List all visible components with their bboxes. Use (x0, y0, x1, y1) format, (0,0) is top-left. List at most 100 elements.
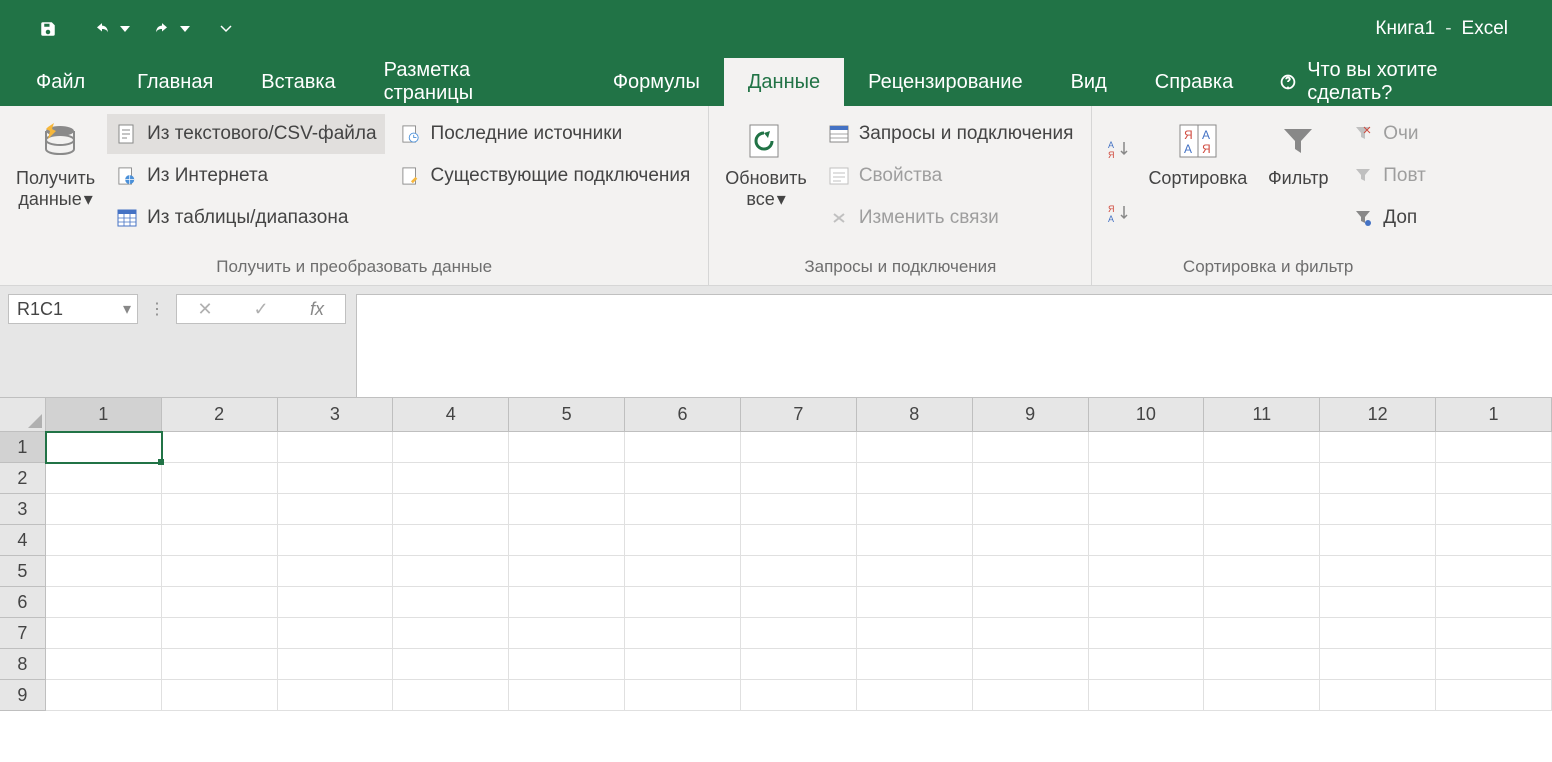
row-header[interactable]: 4 (0, 525, 46, 556)
cell[interactable] (741, 525, 857, 556)
cell[interactable] (1089, 556, 1205, 587)
column-header[interactable]: 4 (393, 398, 509, 431)
cell[interactable] (278, 494, 394, 525)
cell[interactable] (857, 432, 973, 463)
get-data-button[interactable]: Получить данные▾ (10, 114, 101, 253)
formula-bar-expand[interactable]: ⋮ (148, 294, 166, 324)
from-csv-button[interactable]: Из текстового/CSV-файла (107, 114, 384, 154)
column-header[interactable]: 5 (509, 398, 625, 431)
cell[interactable] (162, 494, 278, 525)
cell[interactable] (1204, 463, 1320, 494)
cell[interactable] (1320, 432, 1436, 463)
cell[interactable] (1436, 680, 1552, 711)
column-header[interactable]: 6 (625, 398, 741, 431)
cell[interactable] (393, 463, 509, 494)
cell[interactable] (741, 494, 857, 525)
cell[interactable] (46, 618, 162, 649)
cell[interactable] (741, 680, 857, 711)
cell[interactable] (1320, 649, 1436, 680)
row-header[interactable]: 6 (0, 587, 46, 618)
cell[interactable] (509, 525, 625, 556)
cell[interactable] (625, 680, 741, 711)
cell[interactable] (1204, 680, 1320, 711)
cell[interactable] (1089, 525, 1205, 556)
cell[interactable] (278, 463, 394, 494)
cell[interactable] (1204, 587, 1320, 618)
formula-input[interactable] (356, 294, 1552, 398)
column-header[interactable]: 8 (857, 398, 973, 431)
cell[interactable] (1089, 494, 1205, 525)
name-box-input[interactable] (9, 299, 117, 320)
cell[interactable] (1320, 680, 1436, 711)
cell[interactable] (509, 649, 625, 680)
cell[interactable] (1436, 525, 1552, 556)
column-header[interactable]: 3 (278, 398, 394, 431)
cell[interactable] (509, 556, 625, 587)
select-all-button[interactable] (0, 398, 46, 431)
cell[interactable] (509, 587, 625, 618)
cell[interactable] (973, 680, 1089, 711)
sort-button[interactable]: ЯААЯ Сортировка (1142, 114, 1253, 253)
cell[interactable] (46, 432, 162, 463)
tab-formulas[interactable]: Формулы (589, 58, 724, 106)
cell[interactable] (278, 556, 394, 587)
cell[interactable] (278, 525, 394, 556)
cell[interactable] (46, 463, 162, 494)
advanced-filter-button[interactable]: Доп (1343, 198, 1434, 238)
cell[interactable] (625, 587, 741, 618)
cell[interactable] (973, 463, 1089, 494)
cell[interactable] (162, 463, 278, 494)
cell[interactable] (973, 494, 1089, 525)
cell[interactable] (625, 649, 741, 680)
cell[interactable] (1089, 680, 1205, 711)
cell[interactable] (1436, 463, 1552, 494)
cell[interactable] (973, 618, 1089, 649)
cell[interactable] (162, 587, 278, 618)
cell[interactable] (741, 587, 857, 618)
tab-home[interactable]: Главная (113, 58, 237, 106)
cell[interactable] (509, 463, 625, 494)
cell[interactable] (393, 649, 509, 680)
cell[interactable] (1204, 432, 1320, 463)
cell[interactable] (857, 618, 973, 649)
cell[interactable] (973, 556, 1089, 587)
column-header[interactable]: 11 (1204, 398, 1320, 431)
tab-pagelayout[interactable]: Разметка страницы (360, 58, 589, 106)
cell[interactable] (741, 649, 857, 680)
cell[interactable] (1089, 618, 1205, 649)
cell[interactable] (278, 432, 394, 463)
cell[interactable] (625, 463, 741, 494)
cell[interactable] (1089, 587, 1205, 618)
cell[interactable] (509, 494, 625, 525)
redo-dropdown[interactable] (178, 26, 192, 32)
sort-asc-button[interactable]: АЯ (1106, 138, 1132, 165)
cell[interactable] (857, 587, 973, 618)
tab-insert[interactable]: Вставка (237, 58, 359, 106)
cell[interactable] (393, 525, 509, 556)
cell[interactable] (857, 680, 973, 711)
tab-help[interactable]: Справка (1131, 58, 1257, 106)
cell[interactable] (46, 494, 162, 525)
sort-desc-button[interactable]: ЯА (1106, 202, 1132, 229)
cell[interactable] (393, 432, 509, 463)
name-box-dropdown[interactable]: ▾ (117, 299, 137, 319)
cell[interactable] (1089, 649, 1205, 680)
from-internet-button[interactable]: Из Интернета (107, 156, 384, 196)
cell[interactable] (1436, 556, 1552, 587)
from-table-button[interactable]: Из таблицы/диапазона (107, 198, 384, 238)
redo-button[interactable] (146, 13, 178, 45)
undo-button[interactable] (86, 13, 118, 45)
row-header[interactable]: 3 (0, 494, 46, 525)
cell[interactable] (741, 432, 857, 463)
column-header[interactable]: 1 (46, 398, 162, 431)
cell[interactable] (857, 649, 973, 680)
cell[interactable] (741, 618, 857, 649)
cell[interactable] (278, 618, 394, 649)
cell[interactable] (46, 649, 162, 680)
name-box[interactable]: ▾ (8, 294, 138, 324)
qat-customize[interactable] (210, 13, 242, 45)
cell[interactable] (625, 556, 741, 587)
cell[interactable] (162, 680, 278, 711)
row-header[interactable]: 5 (0, 556, 46, 587)
cell[interactable] (1320, 494, 1436, 525)
